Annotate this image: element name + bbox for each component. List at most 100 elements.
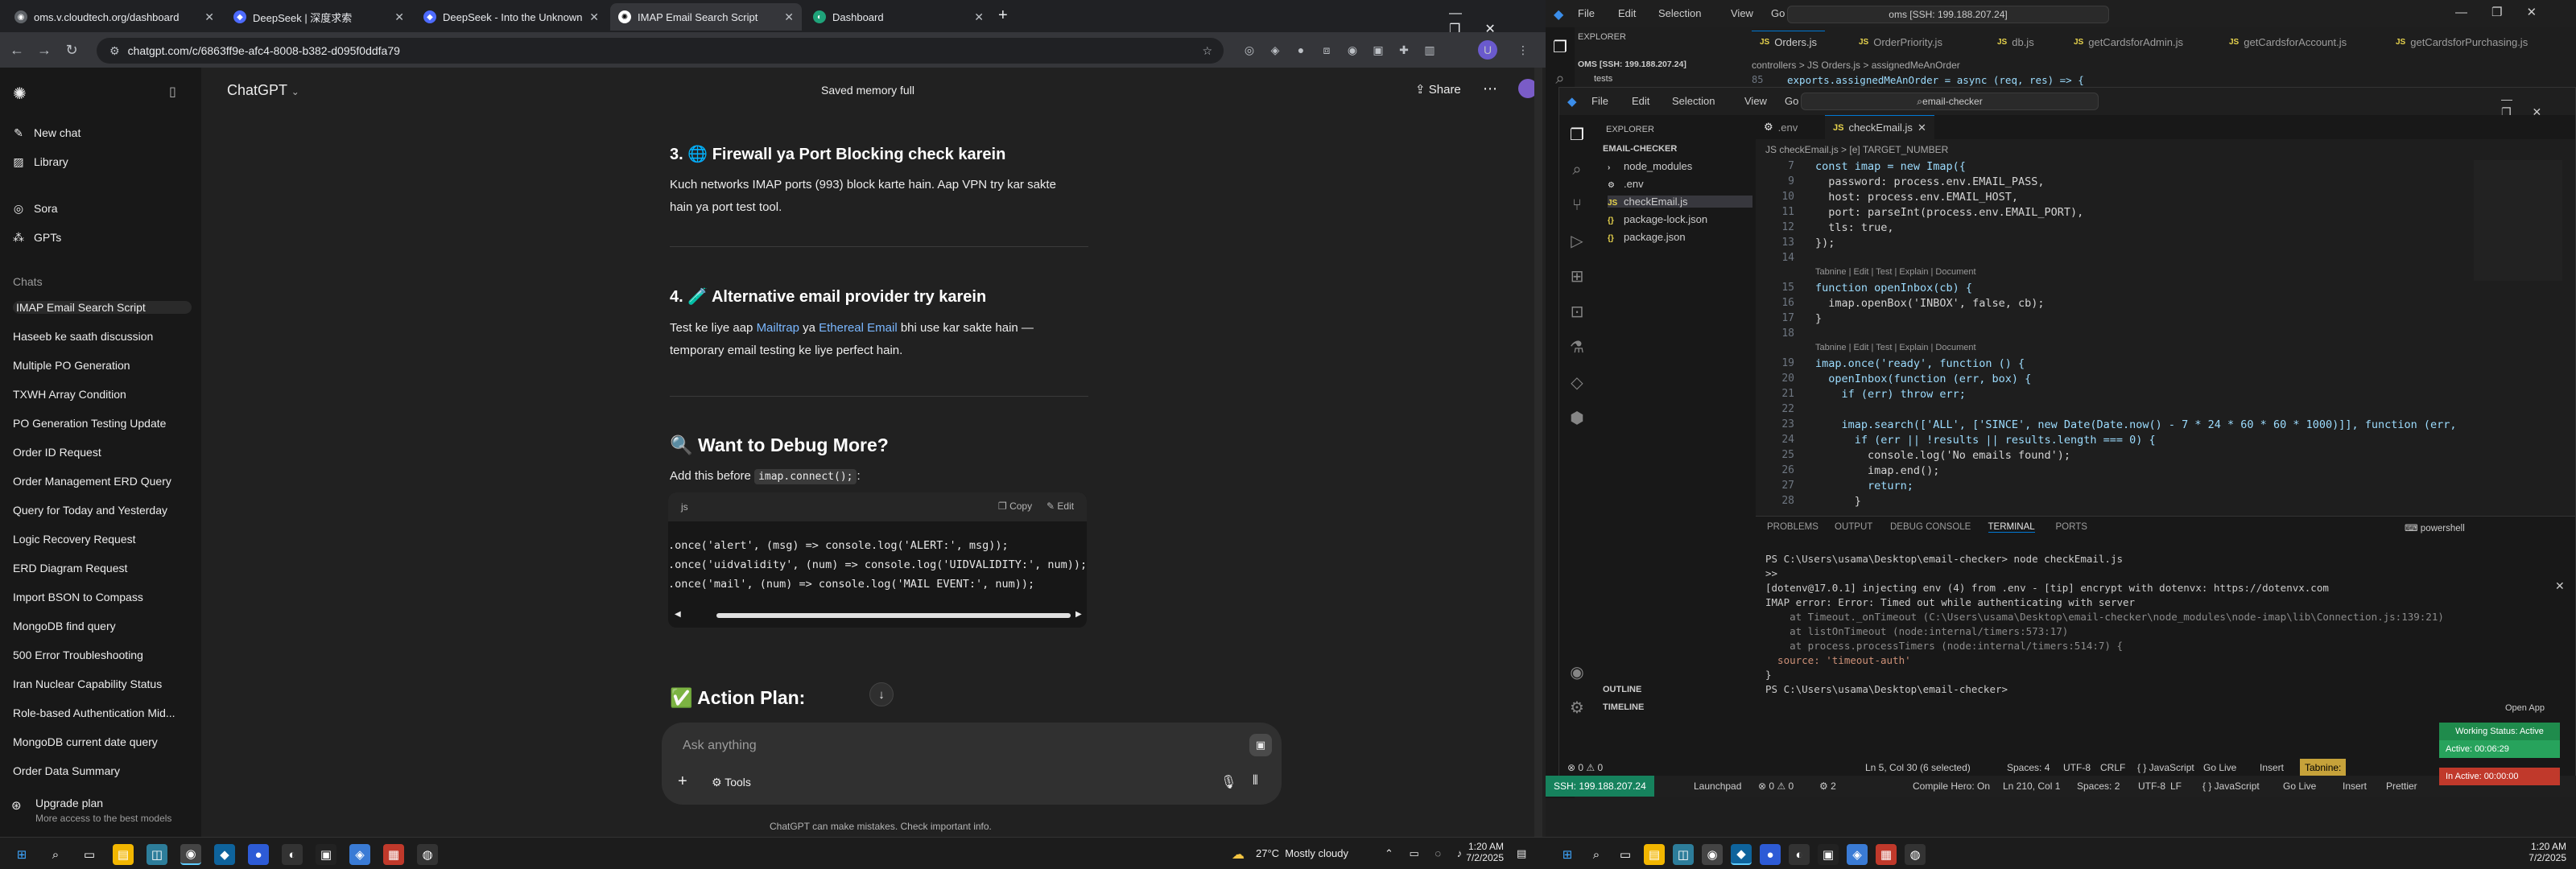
extensions-puzzle-icon[interactable]: ✚ [1394, 40, 1414, 60]
chat-item[interactable]: IMAP Email Search Script [13, 301, 192, 314]
ethereal-email-link[interactable]: Ethereal Email [819, 321, 898, 335]
library-button[interactable]: ▨ Library [11, 150, 190, 174]
outer-status-item[interactable]: Compile Hero: On [1913, 777, 1990, 795]
close-icon[interactable]: ✕ [204, 10, 214, 24]
store-icon[interactable]: ◫ [1673, 844, 1694, 865]
chrome-menu-icon[interactable]: ⋮ [1513, 40, 1533, 60]
scroll-down-button[interactable]: ↓ [869, 682, 894, 706]
outline-section[interactable]: OUTLINE [1603, 685, 1641, 694]
share-button[interactable]: ⇪ Share [1415, 82, 1461, 97]
outer-breadcrumb[interactable]: controllers > JS Orders.js > assignedMeA… [1752, 60, 1960, 71]
outer-status-item[interactable]: LF [2170, 777, 2182, 795]
app-icon[interactable]: ◐ [1789, 844, 1810, 865]
address-bar[interactable]: ⚙ chatgpt.com/c/6863ff9e-afc4-8008-b382-d… [97, 38, 1224, 64]
settings-gear-icon[interactable]: ⚙ [1563, 693, 1591, 722]
sora-button[interactable]: ◎ Sora [11, 196, 190, 220]
accounts-icon[interactable]: ◉ [1563, 657, 1591, 686]
tools-button[interactable]: ⚙ Tools [712, 776, 751, 789]
chat-item[interactable]: 500 Error Troubleshooting [13, 649, 192, 661]
close-icon[interactable]: ✕ [974, 10, 984, 24]
outer-window-controls[interactable]: —❐✕ [2455, 5, 2561, 19]
system-tray-icons[interactable]: ⌃ ▭ ◌ ♪ [1385, 847, 1468, 860]
back-icon[interactable]: ← [3, 36, 31, 64]
extension-icon[interactable]: ▣ [1368, 40, 1388, 60]
chat-item[interactable]: Haseeb ke saath discussion [13, 330, 192, 343]
outer-tab[interactable]: JS OrderPriority.js [1851, 31, 1951, 53]
vscode-icon[interactable]: ◆ [214, 844, 235, 865]
clock[interactable]: 1:20 AM 7/2/2025 [2521, 841, 2566, 863]
menu-item-file[interactable]: File [1591, 95, 1608, 107]
outer-status-item[interactable]: { } JavaScript [2202, 777, 2260, 795]
microphone-icon[interactable]: 🎙 [1220, 774, 1236, 790]
task-view-icon[interactable]: ▭ [79, 844, 100, 865]
chrome-tab-oms[interactable]: ◉ oms.v.cloudtech.org/dashboard ✕ [6, 3, 222, 31]
extension-icon[interactable]: ◎ [1240, 40, 1259, 60]
outer-tab[interactable]: JS getCardsforAdmin.js [2066, 31, 2191, 53]
close-icon[interactable]: ✕ [2555, 579, 2565, 593]
file-explorer-icon[interactable]: ▤ [1644, 844, 1665, 865]
site-info-icon[interactable]: ⚙ [109, 44, 120, 58]
timeline-section[interactable]: TIMELINE [1603, 702, 1644, 712]
outer-status-item[interactable]: Launchpad [1694, 777, 1741, 795]
app-icon[interactable]: ▦ [1876, 844, 1897, 865]
outer-status-item[interactable]: ⊗ 0 ⚠ 0 [1758, 777, 1794, 795]
testing-icon[interactable]: ⚗ [1563, 332, 1591, 361]
chrome-tab-deepseek-cn[interactable]: ◆ DeepSeek | 深度求索 ✕ [225, 3, 412, 31]
source-control-icon[interactable]: ⑂ [1563, 191, 1591, 220]
menu-item-go[interactable]: Go [1771, 7, 1785, 19]
chat-item[interactable]: Role-based Authentication Mid... [13, 706, 192, 719]
weather-text[interactable]: 27°C Mostly cloudy [1256, 847, 1348, 859]
inner-status-item[interactable]: CRLF [2100, 759, 2125, 776]
sidebar-toggle-icon[interactable]: ▯ [169, 84, 176, 100]
chrome-icon[interactable]: ◉ [180, 844, 201, 865]
chat-item[interactable]: Order ID Request [13, 446, 192, 459]
extensions-icon[interactable]: ⊞ [1563, 262, 1591, 290]
outer-explorer-root[interactable]: OMS [SSH: 199.188.207.24] [1578, 60, 1686, 69]
scroll-left-icon[interactable]: ◀ [675, 610, 681, 619]
file-explorer-icon[interactable]: ▤ [113, 844, 134, 865]
panel-tab-problems[interactable]: PROBLEMS [1767, 522, 1818, 532]
prompt-input[interactable]: Ask anything [683, 739, 757, 753]
inner-status-item[interactable]: Insert [2260, 759, 2284, 776]
chat-item[interactable]: MongoDB find query [13, 620, 192, 632]
task-view-icon[interactable]: ▭ [1615, 844, 1636, 865]
panel-tab-terminal[interactable]: TERMINAL [1988, 522, 2035, 533]
extension-icon[interactable]: ◉ [1343, 40, 1362, 60]
windows-start-icon[interactable]: ⊞ [1557, 844, 1578, 865]
code-horizontal-scrollbar[interactable] [716, 613, 1071, 618]
copy-code-button[interactable]: ❐ Copy [998, 500, 1032, 512]
chat-item[interactable]: Multiple PO Generation [13, 359, 192, 372]
page-scrollbar[interactable] [1534, 68, 1542, 837]
inner-status-item[interactable]: { } JavaScript [2137, 759, 2194, 776]
close-icon[interactable]: ✕ [589, 10, 599, 24]
close-icon[interactable]: ✕ [394, 10, 404, 24]
outer-status-item[interactable]: Prettier [2386, 777, 2417, 795]
outer-tab[interactable]: JS getCardsforPurchasing.js [2388, 31, 2536, 53]
remote-indicator[interactable]: SSH: 199.188.207.24 [1546, 776, 1654, 797]
app-icon[interactable]: ◈ [349, 844, 370, 865]
outer-explorer-item[interactable]: tests [1594, 74, 1612, 84]
vscode-icon[interactable]: ◆ [1731, 844, 1752, 865]
outer-explorer-icon[interactable]: ❐ [1546, 32, 1575, 61]
app-icon[interactable]: ◐ [282, 844, 303, 865]
forward-icon[interactable]: → [31, 36, 58, 64]
outer-status-item[interactable]: Go Live [2283, 777, 2316, 795]
menu-item-selection[interactable]: Selection [1672, 95, 1715, 107]
chat-item[interactable]: Order Data Summary [13, 764, 192, 777]
chat-item[interactable]: Import BSON to Compass [13, 591, 192, 603]
profile-avatar[interactable]: U [1478, 40, 1497, 60]
image-gen-icon[interactable]: ▣ [1249, 734, 1272, 756]
openai-logo-icon[interactable]: ✺ [13, 84, 27, 104]
extension-icon[interactable]: ● [1291, 40, 1311, 60]
inner-command-center[interactable]: ⌕ email-checker [1801, 93, 2099, 110]
chat-item[interactable]: Logic Recovery Request [13, 533, 192, 546]
chrome-tab-deepseek[interactable]: ◆ DeepSeek - Into the Unknown ✕ [415, 3, 607, 31]
bookmark-star-icon[interactable]: ☆ [1202, 44, 1212, 58]
memory-status[interactable]: Saved memory full [821, 84, 914, 97]
search-icon[interactable]: ⌕ [1563, 155, 1591, 184]
menu-item-view[interactable]: View [1744, 95, 1767, 107]
panel-tab-output[interactable]: OUTPUT [1835, 522, 1872, 532]
codelens[interactable]: Tabnine | Edit | Test | Explain | Docume… [1815, 343, 1976, 352]
extension-icon[interactable]: ⧈ [1317, 40, 1336, 60]
chrome-tab-imap[interactable]: ✺ IMAP Email Search Script ✕ [610, 3, 802, 31]
